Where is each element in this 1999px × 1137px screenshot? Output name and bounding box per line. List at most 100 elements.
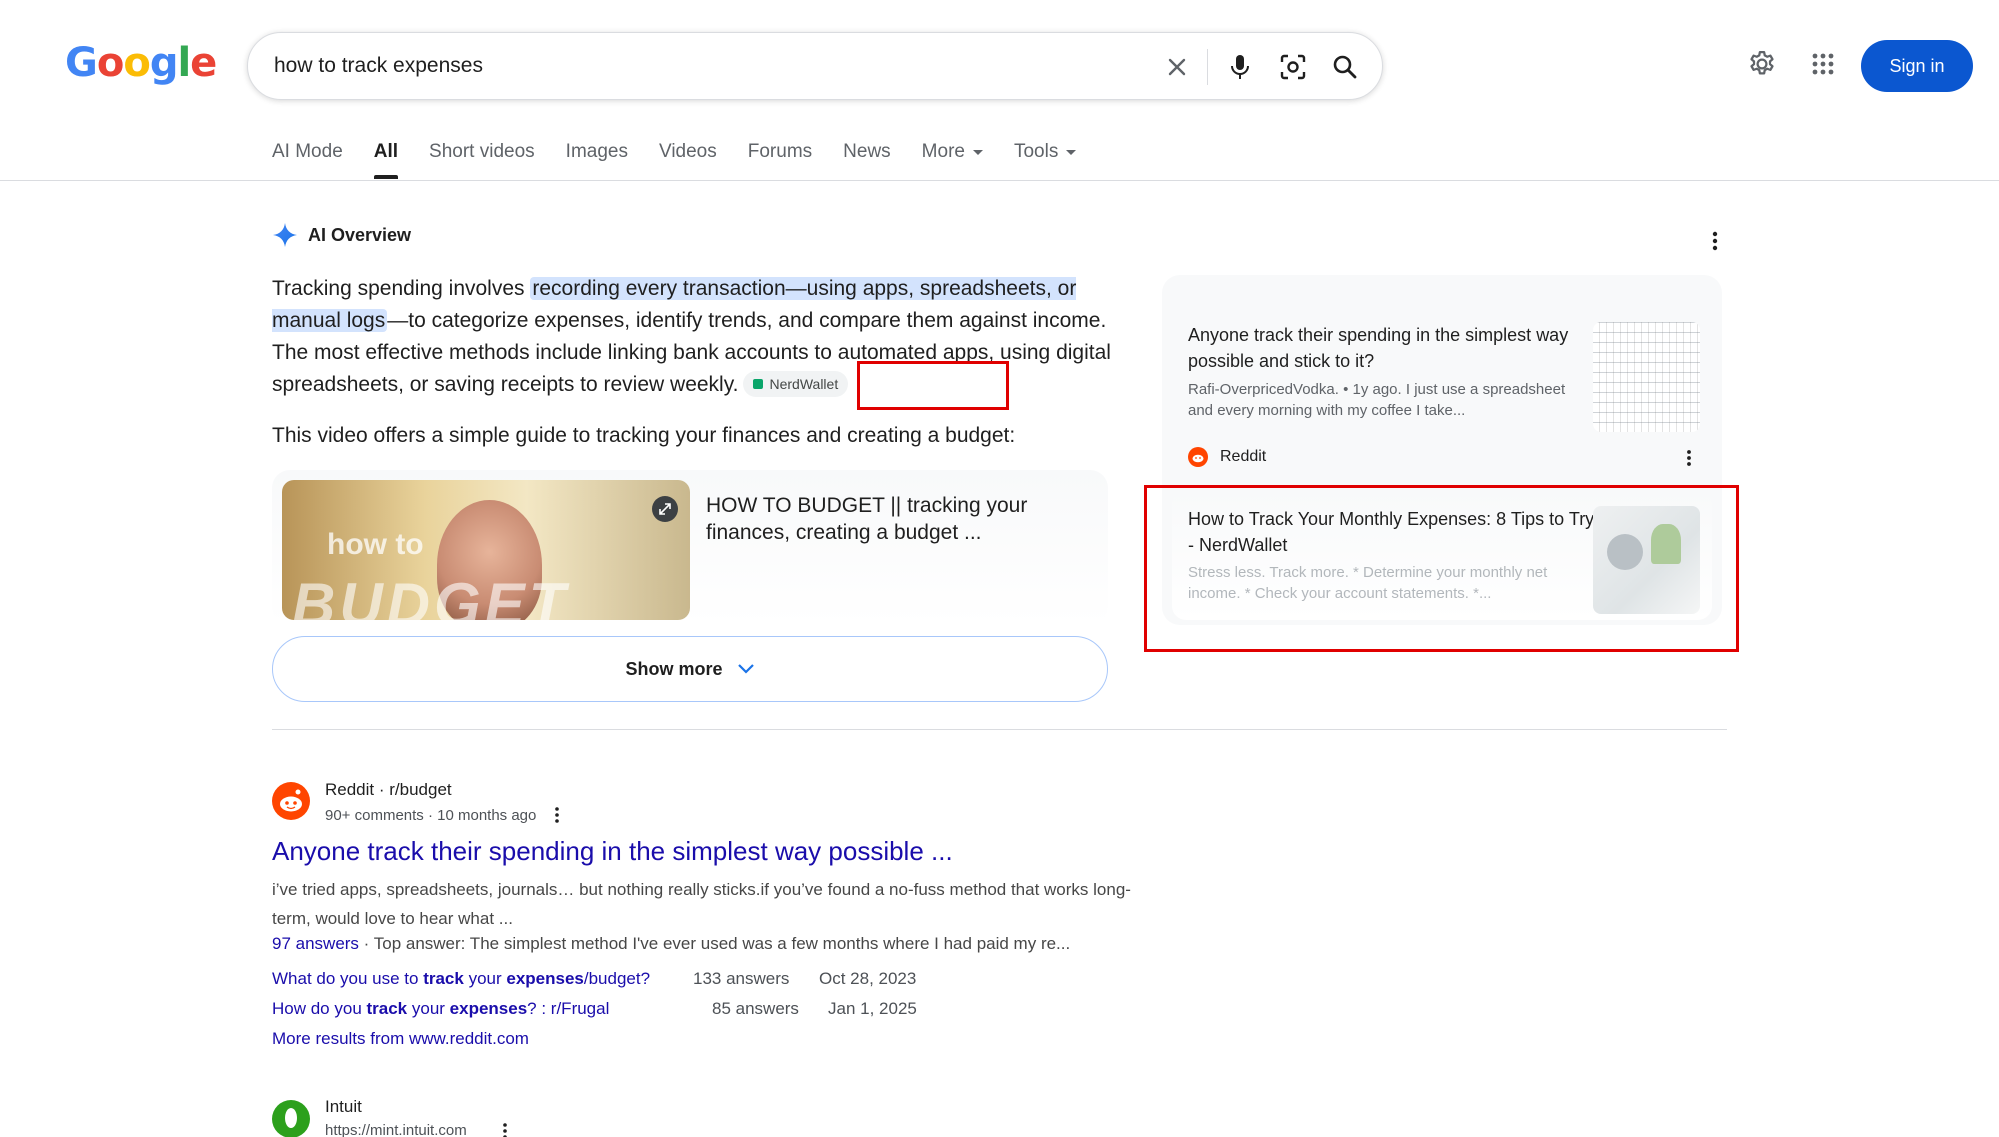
tab-videos[interactable]: Videos (659, 140, 717, 180)
sub-result-link[interactable]: How do you track your expenses? : r/Frug… (272, 999, 609, 1018)
search-divider (1207, 49, 1208, 85)
link-part: /budget? (583, 969, 651, 988)
logo-letter: o (123, 40, 151, 86)
reddit-logo-icon[interactable] (272, 782, 310, 820)
video-title[interactable]: HOW TO BUDGET || tracking your finances,… (706, 492, 1066, 546)
tab-label: Short videos (429, 141, 535, 162)
link-part: your (463, 969, 507, 988)
search-input[interactable] (274, 47, 1094, 85)
tab-news[interactable]: News (843, 140, 891, 180)
result-title-link[interactable]: Anyone track their spending in the simpl… (272, 836, 953, 867)
tab-forums[interactable]: Forums (748, 140, 812, 180)
link-part-bold: expenses (506, 969, 584, 988)
search-box (247, 32, 1383, 100)
sub-result-link[interactable]: What do you use to track your expenses/b… (272, 969, 650, 988)
show-more-label: Show more (625, 658, 723, 679)
sub-result-date: Oct 28, 2023 (819, 969, 917, 988)
tab-label: More (921, 141, 965, 162)
result-meta-text: 90+ comments · 10 months ago (325, 806, 537, 824)
ai-text-intro: Tracking spending involves (272, 277, 531, 300)
gemini-sparkle-icon (273, 223, 297, 247)
tab-short-videos[interactable]: Short videos (429, 140, 535, 180)
video-card[interactable]: how to BUDGET HOW TO BUDGET || tracking … (272, 470, 1108, 625)
link-part-bold: track (423, 969, 464, 988)
expand-icon[interactable] (652, 496, 678, 522)
annotation-highlight-box (1144, 485, 1739, 652)
result-site-name[interactable]: Reddit · r/budget (325, 780, 452, 800)
search-icon[interactable] (1328, 50, 1362, 84)
tab-ai-mode[interactable]: AI Mode (272, 140, 343, 180)
source-site-name: Reddit (1220, 448, 1267, 465)
result-snippet: i’ve tried apps, spreadsheets, journals…… (272, 880, 1131, 928)
link-part-bold: expenses (449, 999, 528, 1018)
annotation-highlight-box (857, 361, 1009, 410)
chevron-down-icon (737, 664, 754, 674)
logo-letter: o (96, 40, 125, 86)
ai-overview-title: AI Overview (308, 224, 412, 245)
search-tabs: AI Mode All Short videos Images Videos F… (272, 140, 1107, 180)
sub-result-count: 85 answers (712, 999, 799, 1018)
result-site-name[interactable]: Intuit (325, 1097, 362, 1117)
google-logo[interactable]: Google (65, 40, 217, 86)
source-more-icon[interactable] (1677, 446, 1701, 470)
tab-label: All (373, 141, 399, 162)
tabs-divider (0, 180, 1999, 181)
sub-result: How do you track your expenses? : r/Frug… (272, 999, 917, 1019)
intuit-logo-icon[interactable] (272, 1100, 310, 1137)
tab-more[interactable]: More (922, 140, 983, 180)
ai-overview-more-icon[interactable] (1700, 226, 1730, 256)
clear-icon[interactable] (1160, 50, 1194, 84)
lens-camera-icon[interactable] (1276, 50, 1310, 84)
thumbnail-text: how to (327, 528, 424, 561)
tab-label: Tools (1013, 141, 1059, 162)
ai-overview-header: AI Overview (272, 222, 411, 248)
tab-label: Forums (747, 141, 813, 162)
logo-letter: l (177, 40, 191, 86)
source-site: Reddit (1188, 447, 1266, 467)
video-intro-text: This video offers a simple guide to trac… (272, 424, 1016, 447)
settings-gear-icon[interactable] (1744, 46, 1780, 82)
tab-label: AI Mode (272, 141, 343, 162)
result-meta: 90+ comments · 10 months ago (325, 806, 560, 824)
result-answers: 97 answers · Top answer: The simplest me… (272, 934, 1402, 954)
sign-in-button[interactable]: Sign in (1861, 40, 1973, 92)
section-divider (272, 729, 1727, 730)
link-part: What do you use to (272, 969, 424, 988)
tab-label: Videos (658, 141, 717, 162)
apps-grid-icon[interactable] (1805, 46, 1841, 82)
nerdwallet-icon (752, 379, 763, 389)
show-more-button[interactable]: Show more (272, 636, 1108, 702)
caret-down-icon (1066, 150, 1077, 155)
thumbnail-text: BUDGET (292, 571, 570, 620)
result-more-icon[interactable] (502, 1122, 508, 1137)
result-more-icon[interactable] (554, 806, 560, 824)
link-part-bold: track (366, 999, 408, 1018)
citation-label: NerdWallet (769, 376, 839, 392)
caret-down-icon (972, 150, 983, 155)
microphone-icon[interactable] (1223, 50, 1257, 84)
citation-chip[interactable]: NerdWallet (742, 371, 849, 397)
link-part: How do you (272, 999, 367, 1018)
more-results-link[interactable]: More results from www.reddit.com (272, 1029, 529, 1049)
logo-letter: e (190, 40, 217, 86)
answers-link[interactable]: 97 answers (272, 934, 359, 953)
source-thumbnail (1593, 322, 1700, 432)
tab-tools[interactable]: Tools (1013, 140, 1077, 180)
result-url[interactable]: https://mint.intuit.com (325, 1122, 467, 1137)
link-part: ? : r/Frugal (527, 999, 610, 1018)
tab-label: Images (565, 141, 628, 162)
tab-images[interactable]: Images (566, 140, 628, 180)
tab-label: News (843, 141, 891, 162)
sub-result-date: Jan 1, 2025 (828, 999, 917, 1018)
sub-result: What do you use to track your expenses/b… (272, 969, 916, 989)
tab-all[interactable]: All (373, 140, 399, 180)
sub-result-count: 133 answers (693, 969, 790, 988)
link-part: your (407, 999, 450, 1018)
top-answer-text: · Top answer: The simplest method I've e… (358, 934, 1071, 953)
reddit-icon (1188, 447, 1208, 467)
logo-letter: g (149, 40, 179, 86)
logo-letter: G (65, 40, 98, 86)
video-thumbnail[interactable]: how to BUDGET (282, 480, 690, 620)
source-snippet: Rafi-OverpricedVodka. • 1y ago. I just u… (1188, 381, 1566, 419)
source-title[interactable]: Anyone track their spending in the simpl… (1188, 322, 1598, 374)
